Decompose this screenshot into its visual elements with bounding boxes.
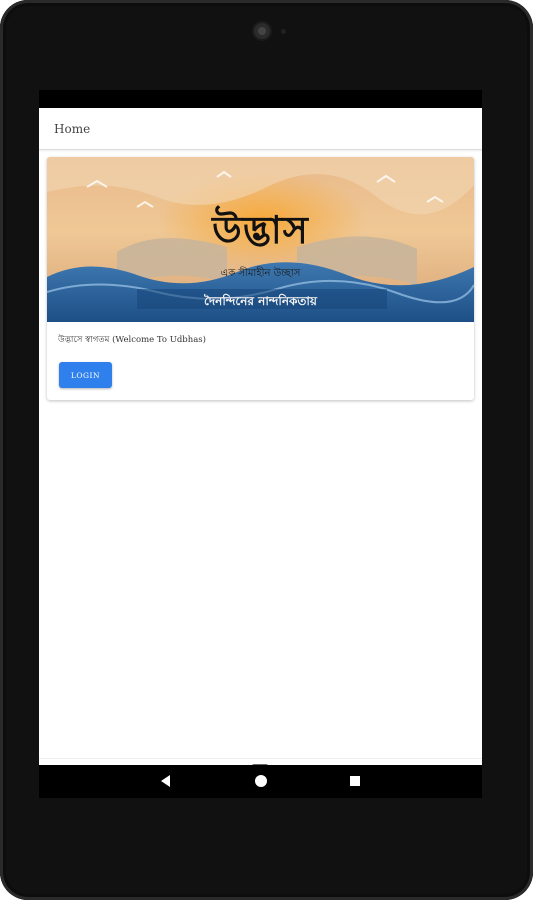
brand-banner: উদ্ভাস এক সীমাহীন উচ্ছাস দৈনন্দিনের নান্…: [47, 157, 474, 322]
light-sensor: [281, 29, 286, 34]
front-camera: [254, 23, 270, 39]
device-screen: Home উদ্ভাস এক সীমাহীন উচ্ছাস দৈনন্দিনের…: [39, 90, 482, 798]
recents-icon[interactable]: [348, 774, 362, 788]
brand-tagline: এক সীমাহীন উচ্ছাস: [220, 268, 301, 279]
system-nav-bar: [39, 765, 482, 798]
brand-slogan: দৈনন্দিনের নান্দনিকতায়: [204, 294, 317, 308]
tablet-frame: Home উদ্ভাস এক সীমাহীন উচ্ছাস দৈনন্দিনের…: [0, 0, 533, 900]
welcome-card: উদ্ভাস এক সীমাহীন উচ্ছাস দৈনন্দিনের নান্…: [47, 157, 474, 400]
home-icon[interactable]: [254, 774, 268, 788]
page-title: Home: [54, 121, 91, 136]
login-button[interactable]: LOGIN: [59, 362, 112, 388]
app-view: Home উদ্ভাস এক সীমাহীন উচ্ছাস দৈনন্দিনের…: [39, 108, 482, 784]
welcome-text: উদ্ভাসে স্বাগতম (Welcome To Udbhas): [58, 335, 206, 345]
app-header: Home: [39, 108, 482, 150]
status-bar: [39, 90, 482, 108]
brand-logo-text: উদ্ভাস: [212, 207, 309, 252]
back-icon[interactable]: [159, 774, 173, 788]
